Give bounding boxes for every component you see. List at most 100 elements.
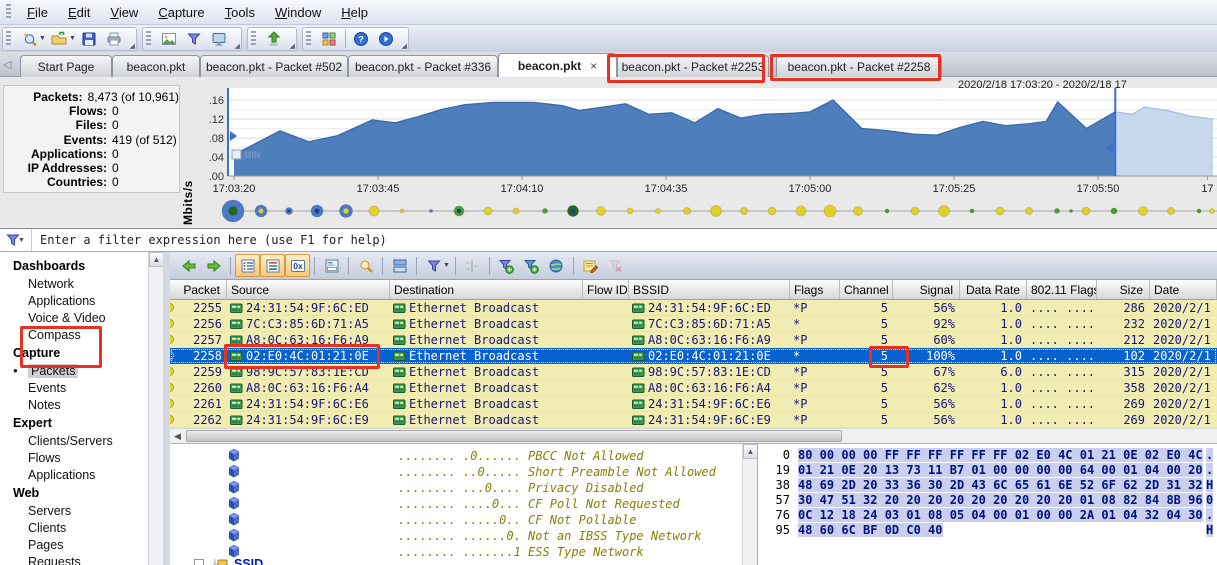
decode-line-pbcc-not-allowed[interactable]: ........ .0...... PBCC Not Allowed [170, 449, 740, 465]
hex-row-95[interactable]: 9548 60 6C BF 0D C0 40H [758, 523, 1216, 538]
packet-row-2262[interactable]: 226224:31:54:9F:6C:E9Ethernet Broadcast2… [170, 412, 1217, 428]
packet-row-2255[interactable]: 225524:31:54:9F:6C:EDEthernet Broadcast2… [170, 300, 1217, 316]
insert-filter2-button[interactable] [519, 254, 544, 277]
timeline-event-dot[interactable] [286, 208, 293, 215]
timeline-event-dot[interactable] [454, 206, 464, 216]
split-view-button[interactable] [387, 254, 412, 277]
decode-view-button[interactable] [319, 254, 344, 277]
menu-item-file[interactable]: File [17, 1, 58, 24]
timeline-event-dot[interactable] [996, 207, 1004, 215]
timeline-event-dot[interactable] [1082, 207, 1090, 215]
timeline-event-dot[interactable] [1168, 208, 1175, 215]
menu-item-help[interactable]: Help [331, 1, 378, 24]
column-header-bssid[interactable]: BSSID [629, 280, 790, 299]
sidebar-item-servers[interactable]: Servers [0, 503, 148, 520]
sidebar-section-capture[interactable]: Capture [0, 344, 148, 363]
timeline-event-dot[interactable] [568, 206, 579, 217]
sidebar-item-compass[interactable]: Compass [0, 327, 148, 344]
sidebar-item-flows[interactable]: Flows [0, 450, 148, 467]
align-button[interactable] [460, 254, 485, 277]
column-header-size[interactable]: Size [1097, 280, 1150, 299]
scroll-up-icon[interactable]: ▲ [149, 252, 164, 267]
tab-start-page[interactable]: Start Page [20, 55, 112, 77]
tab-beacon-pkt-packet-2258-6[interactable]: beacon.pkt - Packet #2258 [776, 55, 942, 77]
monitor-button[interactable] [207, 28, 232, 50]
sidebar-splitter[interactable] [163, 252, 170, 565]
hex-view-button[interactable]: 0x [285, 254, 310, 277]
hex-row-38[interactable]: 3848 69 2D 20 33 36 30 2D 43 6C 65 61 6E… [758, 478, 1216, 493]
column-header-data-rate[interactable]: Data Rate [960, 280, 1027, 299]
hex-row-76[interactable]: 760C 12 18 24 03 01 08 05 04 00 01 00 00… [758, 508, 1216, 523]
sidebar-scrollbar[interactable]: ▲ [148, 252, 163, 565]
menu-item-capture[interactable]: Capture [148, 1, 214, 24]
timeline-event-dot[interactable] [222, 200, 244, 222]
packet-row-2260[interactable]: 2260A8:0C:63:16:F6:A4Ethernet BroadcastA… [170, 380, 1217, 396]
menu-item-edit[interactable]: Edit [58, 1, 100, 24]
timeline-event-dot[interactable] [1210, 209, 1215, 214]
filter-button[interactable] [182, 28, 207, 50]
timeline-event-dot[interactable] [911, 207, 919, 215]
column-header-signal[interactable]: Signal [893, 280, 960, 299]
sidebar-section-web[interactable]: Web [0, 484, 148, 503]
throughput-area-chart[interactable]: .16.12.08.04.0017:03:2017:03:4517:04:101… [180, 88, 1217, 200]
timeline-event-dot[interactable] [939, 206, 950, 217]
checkbox-icon[interactable] [194, 559, 204, 565]
timeline-event-dot[interactable] [627, 208, 633, 214]
help-button[interactable]: ? [349, 28, 374, 50]
hex-row-0[interactable]: 080 00 00 00 FF FF FF FF FF FF 02 E0 4C … [758, 448, 1216, 463]
insert-filter-button[interactable] [494, 254, 519, 277]
menu-item-view[interactable]: View [100, 1, 148, 24]
image-button[interactable] [157, 28, 182, 50]
timeline-event-dot[interactable] [255, 205, 267, 217]
timeline-event-dot[interactable] [1111, 208, 1117, 214]
filter-menu-button[interactable]: ▼ [0, 229, 32, 251]
sidebar-item-applications[interactable]: Applications [0, 293, 148, 310]
list-view-button[interactable] [235, 254, 260, 277]
filter-expression-input[interactable]: Enter a filter expression here (use F1 f… [40, 233, 387, 247]
column-header-flow-id[interactable]: Flow ID [583, 280, 629, 299]
packet-row-2259[interactable]: 225998:9C:57:83:1E:CDEthernet Broadcast9… [170, 364, 1217, 380]
timeline-event-dot[interactable] [741, 208, 748, 215]
timeline-event-dot[interactable] [1139, 207, 1148, 216]
timeline-event-dot[interactable] [369, 206, 379, 216]
decode-footer-ssid[interactable]: SSID [170, 557, 470, 565]
timeline-event-dot[interactable] [824, 205, 836, 217]
tab-scroll-left-icon[interactable]: ◁ [3, 58, 11, 71]
decode-line-not-an-ibss-type-network[interactable]: ........ ......0. Not an IBSS Type Netwo… [170, 529, 740, 545]
upload-button[interactable] [262, 28, 287, 50]
sidebar-item-pages[interactable]: Pages [0, 537, 148, 554]
hex-row-19[interactable]: 1901 21 0E 20 13 73 11 B7 01 00 00 00 00… [758, 463, 1216, 478]
timeline-event-dot[interactable] [1026, 208, 1033, 215]
timeline-event-dot[interactable] [597, 207, 606, 216]
sidebar-section-expert[interactable]: Expert [0, 414, 148, 433]
timeline-event-dot[interactable] [854, 207, 863, 216]
decode-line-cf-poll-not-requested[interactable]: ........ ....0... CF Poll Not Requested [170, 497, 740, 513]
close-icon[interactable]: × [590, 59, 597, 73]
packet-row-2256[interactable]: 22567C:C3:85:6D:71:A5Ethernet Broadcast7… [170, 316, 1217, 332]
filter-button[interactable] [421, 254, 446, 277]
column-header-destination[interactable]: Destination [390, 280, 583, 299]
sidebar-item-clients[interactable]: Clients [0, 520, 148, 537]
save-button[interactable] [77, 28, 102, 50]
decode-line-cf-not-pollable[interactable]: ........ .....0.. CF Not Pollable [170, 513, 740, 529]
timeline-event-dot[interactable] [484, 207, 492, 215]
column-header-source[interactable]: Source [227, 280, 390, 299]
timeline-event-dot[interactable] [513, 208, 519, 214]
timeline-event-dot[interactable] [1070, 210, 1073, 213]
packet-row-2258[interactable]: 225802:E0:4C:01:21:0EEthernet Broadcast0… [170, 348, 1217, 364]
tab-beacon-pkt[interactable]: beacon.pkt [112, 55, 200, 77]
delete-filter-button[interactable] [603, 254, 628, 277]
packet-row-2261[interactable]: 226124:31:54:9F:6C:E6Ethernet Broadcast2… [170, 396, 1217, 412]
timeline-event-dot[interactable] [656, 209, 661, 214]
menu-item-tools[interactable]: Tools [215, 1, 265, 24]
decode-scrollbar[interactable]: ▲ [742, 444, 757, 565]
timeline-event-dot[interactable] [1055, 209, 1060, 214]
scroll-up-icon[interactable]: ▲ [743, 444, 757, 459]
sidebar-item-events[interactable]: Events [0, 380, 148, 397]
note-button[interactable] [578, 254, 603, 277]
packet-row-2257[interactable]: 2257A8:0C:63:16:F6:A9Ethernet BroadcastA… [170, 332, 1217, 348]
column-header-802-11-flags[interactable]: 802.11 Flags [1027, 280, 1097, 299]
packet-table-hscrollbar[interactable]: ◀ [170, 428, 1217, 443]
hscroll-thumb[interactable] [186, 430, 842, 442]
sidebar-item-notes[interactable]: Notes [0, 397, 148, 414]
